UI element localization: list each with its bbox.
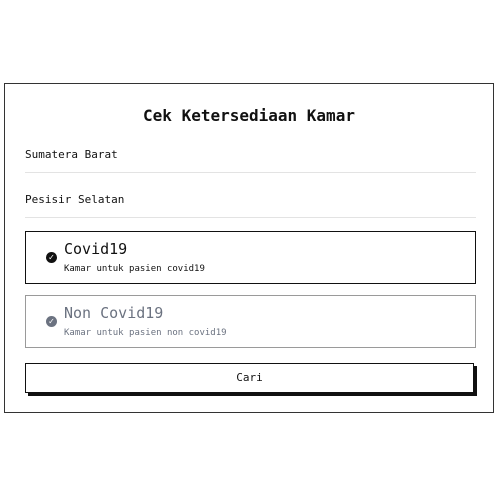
search-button[interactable]: Cari — [25, 363, 474, 393]
option-non-covid19[interactable]: ✓ Non Covid19 Kamar untuk pasien non cov… — [25, 295, 476, 348]
option-title: Covid19 — [64, 240, 128, 258]
page-title: Cek Ketersediaan Kamar — [143, 106, 355, 125]
check-circle-icon: ✓ — [46, 316, 57, 327]
city-select[interactable]: Pesisir Selatan — [25, 191, 476, 218]
option-covid19[interactable]: ✓ Covid19 Kamar untuk pasien covid19 — [25, 231, 476, 284]
option-description: Kamar untuk pasien non covid19 — [64, 328, 227, 338]
option-description: Kamar untuk pasien covid19 — [64, 264, 205, 274]
option-title: Non Covid19 — [64, 304, 164, 322]
province-select[interactable]: Sumatera Barat — [25, 146, 476, 173]
room-availability-card: Cek Ketersediaan Kamar Sumatera Barat Pe… — [4, 83, 494, 413]
check-circle-icon: ✓ — [46, 252, 57, 263]
